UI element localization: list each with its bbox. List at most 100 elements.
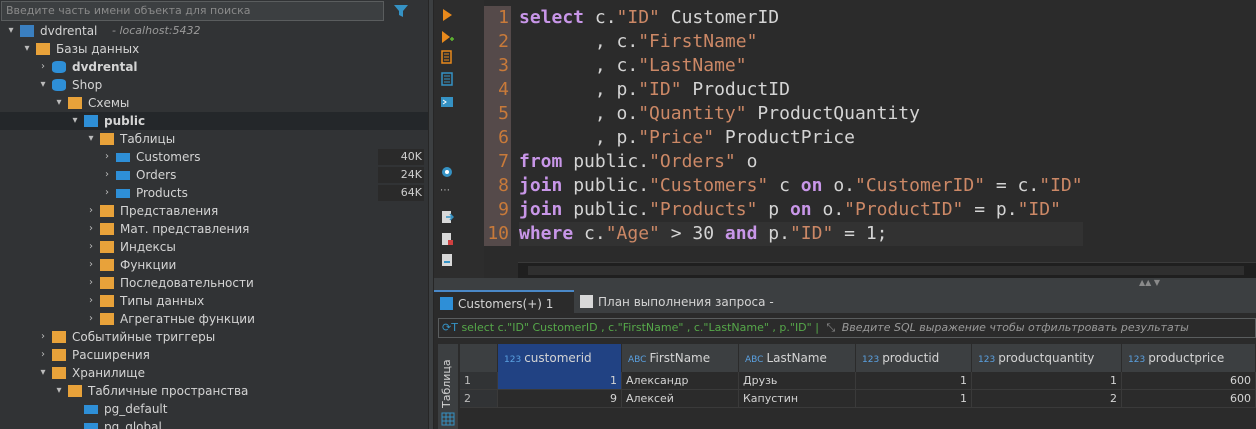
side-tab-table[interactable]: Таблица: [440, 359, 453, 408]
column-header[interactable]: ABC LastName: [739, 344, 856, 372]
execute-new-tab-icon[interactable]: [440, 30, 454, 44]
table-cell[interactable]: Алексей: [622, 390, 739, 408]
expand-icon[interactable]: ⤡: [826, 321, 835, 334]
tree-item[interactable]: › Products 64K: [0, 184, 428, 202]
expanded-chevron-icon[interactable]: ▾: [54, 94, 64, 112]
tree-item[interactable]: › Customers 40K: [0, 148, 428, 166]
tree-item[interactable]: ▾ Хранилище: [0, 364, 428, 382]
tree-item[interactable]: ▾ Схемы: [0, 94, 428, 112]
sql-identifier: "Quantity": [638, 103, 747, 124]
tree-item[interactable]: › dvdrental: [0, 58, 428, 76]
tree-item[interactable]: › Индексы: [0, 238, 428, 256]
tree-item[interactable]: pg_global: [0, 418, 428, 429]
collapsed-chevron-icon[interactable]: ›: [86, 256, 96, 274]
collapsed-chevron-icon[interactable]: ›: [86, 238, 96, 256]
tab-customers[interactable]: Customers(+) 1: [434, 290, 574, 314]
script-list-icon[interactable]: [440, 72, 454, 86]
tree-item[interactable]: › Типы данных: [0, 292, 428, 310]
load-script-icon[interactable]: [440, 232, 454, 246]
code-line[interactable]: , o."Quantity" ProductQuantity: [519, 102, 1083, 126]
code-line[interactable]: from public."Orders" o: [519, 150, 1083, 174]
code-line[interactable]: join public."Products" p on o."ProductID…: [519, 198, 1083, 222]
expanded-chevron-icon[interactable]: ▾: [6, 22, 16, 40]
save-script-icon[interactable]: [440, 253, 454, 267]
collapsed-chevron-icon[interactable]: ›: [102, 148, 112, 166]
tree-item[interactable]: › Агрегатные функции: [0, 310, 428, 328]
view-switcher[interactable]: Таблица: [438, 344, 458, 429]
code-line[interactable]: where c."Age" > 30 and p."ID" = 1;: [519, 222, 1083, 246]
code-line[interactable]: join public."Customers" c on o."Customer…: [519, 174, 1083, 198]
tree-item[interactable]: ▾ Shop: [0, 76, 428, 94]
table-cell[interactable]: Александр: [622, 372, 739, 390]
tree-item[interactable]: › Представления: [0, 202, 428, 220]
collapsed-chevron-icon[interactable]: ›: [86, 202, 96, 220]
column-header[interactable]: 123 productprice: [1122, 344, 1256, 372]
results-resize-bar[interactable]: ▲▲ ▼: [434, 278, 1256, 290]
execute-statement-icon[interactable]: [440, 8, 454, 22]
filter-icon[interactable]: [393, 3, 409, 19]
collapsed-chevron-icon[interactable]: ›: [38, 346, 48, 364]
explain-plan-icon[interactable]: [440, 165, 454, 179]
table-cell[interactable]: 2: [972, 390, 1122, 408]
export-icon[interactable]: [440, 210, 454, 224]
expanded-chevron-icon[interactable]: ▾: [38, 76, 48, 94]
expanded-chevron-icon[interactable]: ▾: [54, 382, 64, 400]
tree-item[interactable]: ▾ dvdrental - localhost:5432: [0, 22, 428, 40]
tree-item[interactable]: › Orders 24K: [0, 166, 428, 184]
tree-item[interactable]: ▾ Табличные пространства: [0, 382, 428, 400]
scrollbar-thumb[interactable]: [528, 266, 1244, 275]
collapsed-chevron-icon[interactable]: ›: [102, 166, 112, 184]
sql-editor[interactable]: 1 2 3 4 5 6 7 8 9 10 select c."ID" CustomerID , c…: [484, 0, 1256, 262]
table-cell[interactable]: 1: [856, 390, 972, 408]
collapsed-chevron-icon[interactable]: ›: [86, 310, 96, 328]
tree-item[interactable]: › Мат. представления: [0, 220, 428, 238]
table-cell[interactable]: Капустин: [739, 390, 856, 408]
code-line[interactable]: select c."ID" CustomerID: [519, 6, 1083, 30]
more-icon[interactable]: ⋯: [440, 186, 454, 200]
tree-item[interactable]: ▾ public: [0, 112, 428, 130]
table-cell[interactable]: 9: [498, 390, 622, 408]
tree-item[interactable]: › Функции: [0, 256, 428, 274]
table-cell[interactable]: 1: [498, 372, 622, 390]
table-cell[interactable]: 600: [1122, 372, 1256, 390]
navigator-search-input[interactable]: Введите часть имени объекта для поиска: [1, 1, 384, 21]
tab-execution-plan[interactable]: План выполнения запроса - 2: [574, 290, 774, 333]
collapsed-chevron-icon[interactable]: ›: [102, 184, 112, 202]
code-line[interactable]: , c."LastName": [519, 54, 1083, 78]
code-line[interactable]: , p."Price" ProductPrice: [519, 126, 1083, 150]
collapsed-chevron-icon[interactable]: ›: [86, 220, 96, 238]
tree-item[interactable]: ▾ Базы данных: [0, 40, 428, 58]
code-line[interactable]: , c."FirstName": [519, 30, 1083, 54]
tree-item[interactable]: › Расширения: [0, 346, 428, 364]
sql-code[interactable]: select c."ID" CustomerID , c."FirstName"…: [519, 6, 1083, 246]
column-header[interactable]: 123 productquantity: [972, 344, 1122, 372]
collapsed-chevron-icon[interactable]: ›: [38, 328, 48, 346]
execute-script-icon[interactable]: [440, 50, 454, 64]
table-cell[interactable]: 600: [1122, 390, 1256, 408]
table-cell[interactable]: Друзь: [739, 372, 856, 390]
sql-text: o.: [822, 175, 855, 196]
horizontal-scrollbar[interactable]: [518, 262, 1256, 278]
column-header[interactable]: ABC FirstName: [622, 344, 739, 372]
result-filter-input[interactable]: ⟳T select c."ID" CustomerID , c."FirstNa…: [438, 318, 1256, 338]
expanded-chevron-icon[interactable]: ▾: [38, 364, 48, 382]
column-header[interactable]: 123 customerid: [498, 344, 622, 372]
table-cell[interactable]: 1: [972, 372, 1122, 390]
collapse-icon[interactable]: ▲▲ ▼: [1139, 278, 1160, 287]
table-cell[interactable]: 1: [856, 372, 972, 390]
collapsed-chevron-icon[interactable]: ›: [86, 274, 96, 292]
expanded-chevron-icon[interactable]: ▾: [70, 112, 80, 130]
storage-icon: [52, 367, 66, 379]
expanded-chevron-icon[interactable]: ▾: [22, 40, 32, 58]
column-header[interactable]: 123 productid: [856, 344, 972, 372]
tree-item[interactable]: › Последовательности: [0, 274, 428, 292]
collapsed-chevron-icon[interactable]: ›: [38, 58, 48, 76]
tree-item[interactable]: › Событийные триггеры: [0, 328, 428, 346]
console-icon[interactable]: [440, 95, 454, 109]
tree-item[interactable]: pg_default: [0, 400, 428, 418]
code-line[interactable]: , p."ID" ProductID: [519, 78, 1083, 102]
tree-item[interactable]: ▾ Таблицы: [0, 130, 428, 148]
grid-view-icon[interactable]: [441, 412, 455, 426]
collapsed-chevron-icon[interactable]: ›: [86, 292, 96, 310]
expanded-chevron-icon[interactable]: ▾: [86, 130, 96, 148]
